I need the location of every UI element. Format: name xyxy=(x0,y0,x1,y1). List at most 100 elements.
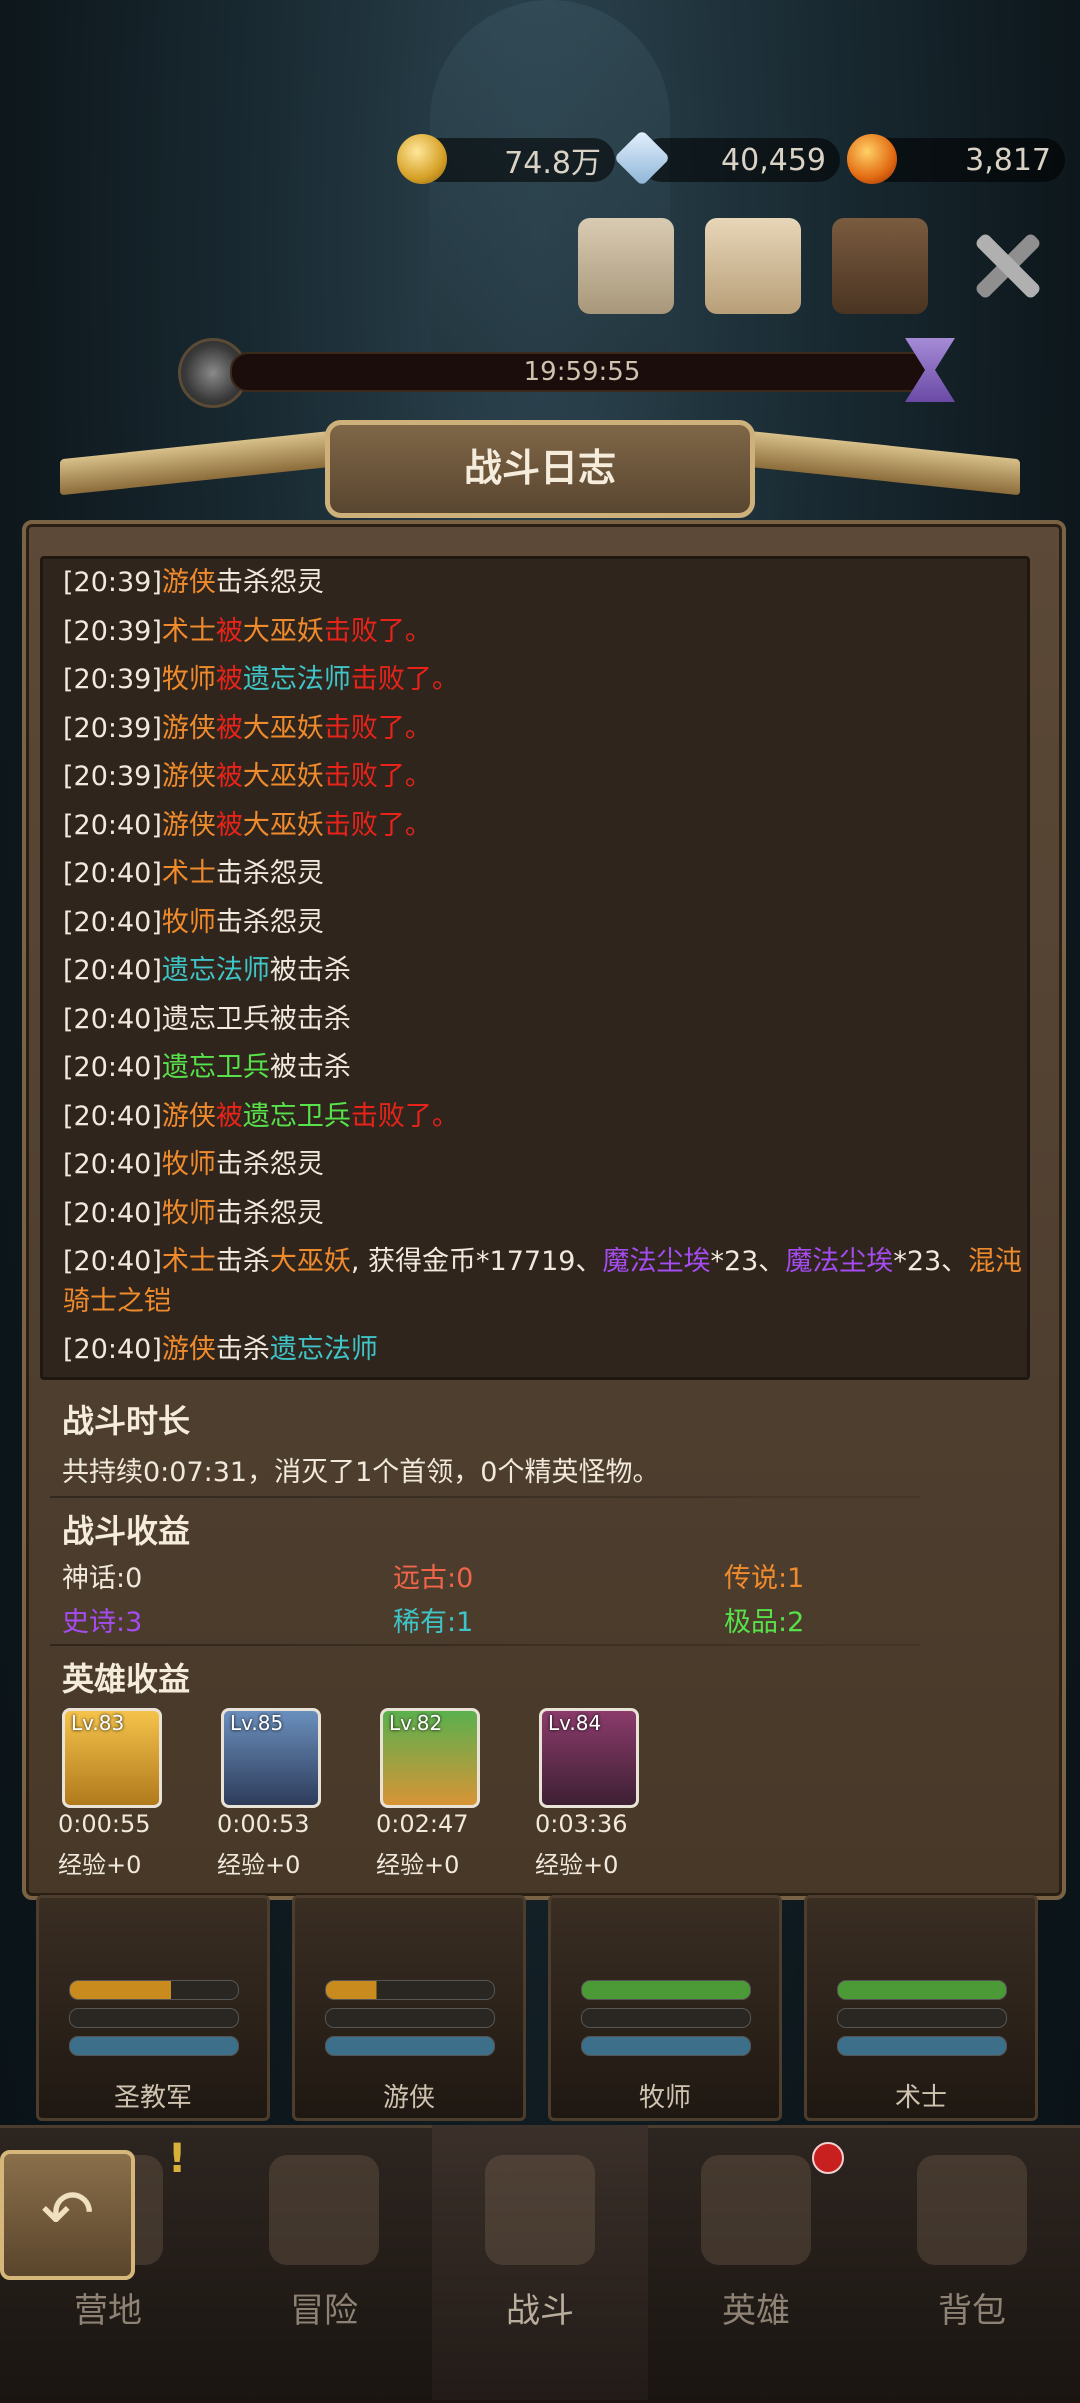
log-segment: 大巫妖 xyxy=(269,1246,351,1277)
settings-tools-icon[interactable] xyxy=(960,218,1056,314)
log-entry: [20:39]游侠击杀怨灵 xyxy=(43,559,1027,608)
log-segment: 牧师 xyxy=(161,664,216,695)
log-segment: 被 xyxy=(215,761,243,792)
ore-icon xyxy=(847,134,897,184)
log-entry: [20:40]术士击杀大巫妖, 获得金币*17719、魔法尘埃*23、魔法尘埃*… xyxy=(43,1238,1027,1326)
tab-label: 营地 xyxy=(74,2291,142,2331)
log-segment: 被 xyxy=(215,712,243,744)
health-bar xyxy=(69,1980,239,2000)
log-segment: 击败了。 xyxy=(323,761,432,792)
log-entry: [20:40]牧师击杀怨灵 xyxy=(43,1190,1027,1239)
log-segment: 击败了。 xyxy=(323,615,432,647)
log-segment: 游侠 xyxy=(161,567,216,598)
log-segment: [20:39] xyxy=(63,615,162,647)
mail-icon[interactable] xyxy=(705,218,801,314)
log-segment: [20:40]遗忘卫兵被击杀 xyxy=(63,1003,351,1035)
party-card-ranger[interactable]: 游侠 xyxy=(292,1895,526,2121)
log-segment: [20:39] xyxy=(63,761,162,792)
log-entry: [20:39]术士被大巫妖击败了。 xyxy=(43,608,1027,657)
log-segment: [20:40] xyxy=(63,858,162,889)
map-icon xyxy=(269,2155,379,2265)
gold-counter[interactable]: 74.8万 xyxy=(397,134,615,184)
hero-portrait-crusader[interactable]: Lv.83 xyxy=(62,1708,162,1808)
party-card-warlock[interactable]: 术士 xyxy=(804,1895,1038,2121)
log-segment: [20:40] xyxy=(63,1149,162,1180)
gem-counter[interactable]: 40,459 xyxy=(613,129,840,187)
tab-label: 英雄 xyxy=(722,2291,790,2331)
hero-time: 0:02:47 xyxy=(376,1810,469,1838)
crossed-swords-shield-icon xyxy=(485,2155,595,2265)
log-segment: 遗忘法师 xyxy=(269,1334,378,1365)
tab-backpack[interactable]: 背包 xyxy=(864,2125,1080,2400)
log-segment: [20:40] xyxy=(63,809,162,841)
log-segment: 击败了。 xyxy=(323,712,432,744)
card-bars xyxy=(837,1980,1007,2064)
back-button[interactable]: ↶ xyxy=(0,2150,135,2280)
log-segment: 被 xyxy=(215,615,243,647)
card-bars xyxy=(581,1980,751,2064)
log-segment: *23、 xyxy=(893,1246,969,1277)
tab-adventure[interactable]: 冒险 xyxy=(216,2125,432,2400)
log-entry: [20:39]牧师被遗忘法师击败了。 xyxy=(43,656,1027,705)
tab-battle[interactable]: 战斗 xyxy=(432,2125,648,2400)
log-segment: 被 xyxy=(215,1100,243,1132)
log-segment: 游侠 xyxy=(161,761,216,792)
log-segment: 术士 xyxy=(161,858,216,889)
energy-bar xyxy=(325,2008,495,2028)
log-segment: 游侠 xyxy=(161,1100,216,1132)
log-segment: 牧师 xyxy=(161,906,216,938)
log-entry: [20:39]游侠被大巫妖击败了。 xyxy=(43,705,1027,754)
loot-rare: 稀有:1 xyxy=(393,1607,474,1638)
spellbook-icon[interactable] xyxy=(832,218,928,314)
party-card-priest[interactable]: 牧师 xyxy=(548,1895,782,2121)
log-entry: [20:40]遗忘卫兵被击杀 xyxy=(43,1044,1027,1093)
log-segment: 被击杀 xyxy=(269,955,351,986)
log-segment: 大巫妖 xyxy=(242,712,324,744)
party-card-crusader[interactable]: 圣教军 xyxy=(36,1895,270,2121)
duration-text: 共持续0:07:31，消灭了1个首领，0个精英怪物。 xyxy=(62,1457,660,1488)
log-segment: 击败了。 xyxy=(350,664,459,695)
log-segment: [20:40] xyxy=(63,1334,162,1365)
energy-bar xyxy=(837,2008,1007,2028)
party-name: 术士 xyxy=(894,2083,947,2113)
hero-portrait-ranger[interactable]: Lv.82 xyxy=(380,1708,480,1808)
divider xyxy=(50,1496,920,1498)
heroes-notification-badge xyxy=(812,2142,844,2174)
log-segment: 魔法尘埃 xyxy=(602,1246,711,1277)
hero-level: Lv.82 xyxy=(389,1711,443,1735)
log-segment: 牧师 xyxy=(161,1197,216,1229)
log-segment: 击杀怨灵 xyxy=(215,1149,324,1180)
hero-exp: 经验+0 xyxy=(217,1851,301,1879)
gem-amount: 40,459 xyxy=(721,142,826,178)
ore-counter[interactable]: 3,817 xyxy=(847,134,1065,184)
party-name: 圣教军 xyxy=(113,2083,192,2113)
hero-time: 0:00:53 xyxy=(217,1810,310,1838)
log-entry: [20:40]牧师击杀怨灵 xyxy=(43,899,1027,948)
hero-time: 0:03:36 xyxy=(535,1810,628,1838)
log-entry: [20:40]遗忘卫兵被击杀 xyxy=(43,996,1027,1045)
log-segment: [20:39] xyxy=(63,567,162,598)
log-segment: 术士 xyxy=(161,1246,216,1277)
battle-log-list[interactable]: [20:39]游侠击杀怨灵 [20:39]术士被大巫妖击败了。 [20:39]牧师被… xyxy=(40,556,1030,1380)
log-segment: 牧师 xyxy=(161,1149,216,1180)
log-segment: [20:40] xyxy=(63,1052,162,1083)
log-entry: [20:40]游侠被大巫妖击败了。 xyxy=(43,802,1027,851)
hero-rewards-title: 英雄收益 xyxy=(62,1660,191,1698)
hero-portrait-priest[interactable]: Lv.85 xyxy=(221,1708,321,1808)
exp-bar xyxy=(581,2036,751,2056)
gold-coin-icon xyxy=(397,134,447,184)
log-segment: 击败了。 xyxy=(350,1100,459,1132)
party-name: 游侠 xyxy=(382,2083,435,2113)
log-segment: 击杀怨灵 xyxy=(215,567,324,598)
backpack-icon xyxy=(917,2155,1027,2265)
tab-label: 战斗 xyxy=(506,2291,574,2331)
hero-portrait-warlock[interactable]: Lv.84 xyxy=(539,1708,639,1808)
loot-mythic: 神话:0 xyxy=(62,1563,143,1594)
log-segment: [20:40] xyxy=(63,1246,162,1277)
knight-helmet-icon xyxy=(701,2155,811,2265)
calendar-icon[interactable] xyxy=(578,218,674,314)
log-segment: 击杀怨灵 xyxy=(215,1197,324,1229)
log-segment: 击杀 xyxy=(215,1246,270,1277)
loot-epic: 史诗:3 xyxy=(62,1607,143,1638)
hero-exp: 经验+0 xyxy=(535,1851,619,1879)
